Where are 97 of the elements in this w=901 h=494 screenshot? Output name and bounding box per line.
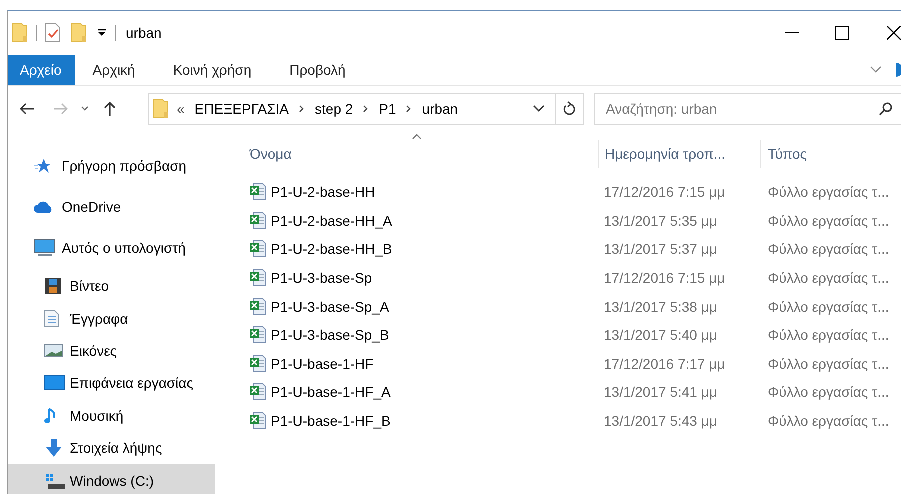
breadcrumb-item[interactable]: ΕΠΕΞΕΡΓΑΣΙΑ: [194, 101, 290, 117]
ribbon-tab[interactable]: Αρχείο: [8, 55, 75, 85]
modified-date: 17/12/2016 7:17 μμ: [603, 356, 726, 372]
nav-item[interactable]: Εικόνες: [8, 334, 215, 368]
file-type: Φύλλο εργασίας τ...: [767, 384, 890, 400]
nav-item[interactable]: Windows (C:): [8, 464, 215, 494]
column-header[interactable]: Τύπος: [760, 140, 807, 168]
spreadsheet-file-icon: [249, 412, 267, 430]
spreadsheet-file-icon: [249, 298, 267, 316]
file-row[interactable]: P1-U-base-1-HF_A 13/1/2017 5:41 μμ Φύλλο εργασίας τ...: [235, 378, 901, 407]
file-name: P1-U-base-1-HF_A: [271, 384, 391, 400]
spreadsheet-file-icon: [249, 354, 267, 373]
file-row[interactable]: P1-U-3-base-Sp_A 13/1/2017 5:38 μμ Φύλλο εργασίας τ...: [235, 292, 901, 321]
back-arrow-icon[interactable]: [19, 102, 35, 116]
ribbon-tab[interactable]: Προβολή: [284, 55, 366, 85]
new-folder-icon: [71, 23, 87, 43]
file-type: Φύλλο εργασίας τ...: [767, 327, 890, 344]
download-arrow-icon: [44, 439, 64, 458]
nav-item[interactable]: Έγγραφα: [8, 302, 215, 335]
modified-date: 13/1/2017 5:35 μμ: [603, 212, 718, 229]
spreadsheet-file-icon: [249, 383, 267, 402]
file-type: Φύλλο εργασίας τ...: [767, 356, 890, 372]
close-icon: [887, 26, 901, 40]
nav-item[interactable]: Στοιχεία λήψης: [8, 432, 215, 464]
column-header[interactable]: Ημερομηνία τροπ...: [598, 140, 760, 168]
document-icon: [44, 310, 60, 328]
up-arrow-icon[interactable]: [103, 101, 117, 117]
file-type: Φύλλο εργασίας τ...: [767, 241, 890, 258]
chevron-down-icon[interactable]: [533, 105, 545, 113]
nav-item[interactable]: OneDrive: [8, 188, 215, 226]
file-type: Φύλλο εργασίας τ...: [767, 184, 890, 200]
modified-date: 13/1/2017 5:38 μμ: [603, 298, 718, 315]
chevron-right-icon: [406, 105, 412, 113]
properties-icon[interactable]: [45, 23, 61, 43]
file-name: P1-U-3-base-Sp: [271, 270, 372, 286]
picture-icon: [44, 344, 64, 358]
spreadsheet-file-icon: [249, 212, 267, 230]
ribbon-tab[interactable]: Αρχική: [86, 55, 156, 85]
file-name: P1-U-3-base-Sp_A: [271, 298, 390, 315]
spreadsheet-file-icon: [249, 240, 267, 258]
nav-item[interactable]: Βίντεο: [8, 270, 215, 302]
column-header[interactable]: Όνομα: [235, 140, 598, 168]
overflow-chevrons[interactable]: «: [177, 101, 185, 117]
modified-date: 17/12/2016 7:15 μμ: [603, 184, 726, 200]
customize-dropdown-icon[interactable]: [97, 28, 107, 38]
search-icon[interactable]: [879, 102, 893, 116]
file-name: P1-U-2-base-HH_A: [271, 212, 392, 229]
chevron-down-icon[interactable]: [81, 106, 89, 112]
file-name: P1-U-2-base-HH: [271, 184, 376, 200]
nav-item[interactable]: Αυτός ο υπολογιστή: [8, 226, 215, 270]
minimize-icon: [785, 32, 799, 34]
file-row[interactable]: P1-U-2-base-HH_A 13/1/2017 5:35 μμ Φύλλο εργασίας τ...: [235, 206, 901, 236]
nav-item[interactable]: Γρήγορη πρόσβαση: [8, 144, 215, 188]
modified-date: 17/12/2016 7:15 μμ: [603, 270, 726, 286]
computer-icon: [34, 239, 56, 257]
chevron-right-icon: [299, 105, 306, 113]
monitor-icon: [44, 375, 66, 392]
modified-date: 13/1/2017 5:40 μμ: [603, 327, 718, 344]
star-icon: [34, 158, 52, 174]
folder-icon: [12, 23, 28, 43]
file-type: Φύλλο εργασίας τ...: [767, 298, 890, 315]
sort-ascending-icon: [412, 134, 422, 140]
refresh-icon[interactable]: [562, 101, 576, 117]
nav-item[interactable]: Μουσική: [8, 400, 215, 432]
file-name: P1-U-3-base-Sp_B: [271, 327, 390, 344]
file-row[interactable]: P1-U-3-base-Sp_B 13/1/2017 5:40 μμ Φύλλο εργασίας τ...: [235, 320, 901, 350]
modified-date: 13/1/2017 5:37 μμ: [603, 241, 718, 258]
file-name: P1-U-2-base-HH_B: [271, 241, 392, 258]
spreadsheet-file-icon: [249, 183, 267, 202]
file-name: P1-U-base-1-HF: [271, 356, 374, 372]
folder-icon: [153, 99, 169, 119]
breadcrumb-item[interactable]: urban: [422, 101, 458, 117]
chevron-right-icon: [363, 105, 370, 113]
file-type: Φύλλο εργασίας τ...: [767, 270, 890, 286]
cloud-icon: [34, 201, 54, 213]
file-row[interactable]: P1-U-2-base-HH 17/12/2016 7:15 μμ Φύλλο εργασίας τ...: [235, 178, 901, 207]
file-type: Φύλλο εργασίας τ...: [767, 413, 890, 430]
file-name: P1-U-base-1-HF_B: [271, 413, 391, 430]
maximize-icon: [835, 26, 849, 40]
modified-date: 13/1/2017 5:41 μμ: [603, 384, 718, 400]
spreadsheet-file-icon: [249, 269, 267, 288]
drive-icon: [44, 472, 66, 489]
nav-item[interactable]: Επιφάνεια εργασίας: [8, 367, 215, 400]
file-row[interactable]: P1-U-base-1-HF_B 13/1/2017 5:43 μμ Φύλλο εργασίας τ...: [235, 406, 901, 436]
file-type: Φύλλο εργασίας τ...: [767, 212, 890, 229]
file-row[interactable]: P1-U-2-base-HH_B 13/1/2017 5:37 μμ Φύλλο εργασίας τ...: [235, 235, 901, 264]
search-field[interactable]: Αναζήτηση: urban: [594, 93, 901, 125]
file-row[interactable]: P1-U-base-1-HF 17/12/2016 7:17 μμ Φύλλο εργασίας τ...: [235, 350, 901, 378]
modified-date: 13/1/2017 5:43 μμ: [603, 413, 718, 430]
ribbon-tab[interactable]: Κοινή χρήση: [167, 55, 272, 85]
address-bar[interactable]: « ΕΠΕΞΕΡΓΑΣΙΑ step 2 P1 urban: [148, 93, 584, 125]
window-title: urban: [126, 25, 162, 41]
file-row[interactable]: P1-U-3-base-Sp 17/12/2016 7:15 μμ Φύλλο εργασίας τ...: [235, 264, 901, 292]
breadcrumb-item[interactable]: P1: [379, 101, 396, 117]
spreadsheet-file-icon: [249, 326, 267, 344]
music-note-icon: [44, 406, 58, 425]
breadcrumb-item[interactable]: step 2: [315, 101, 354, 117]
